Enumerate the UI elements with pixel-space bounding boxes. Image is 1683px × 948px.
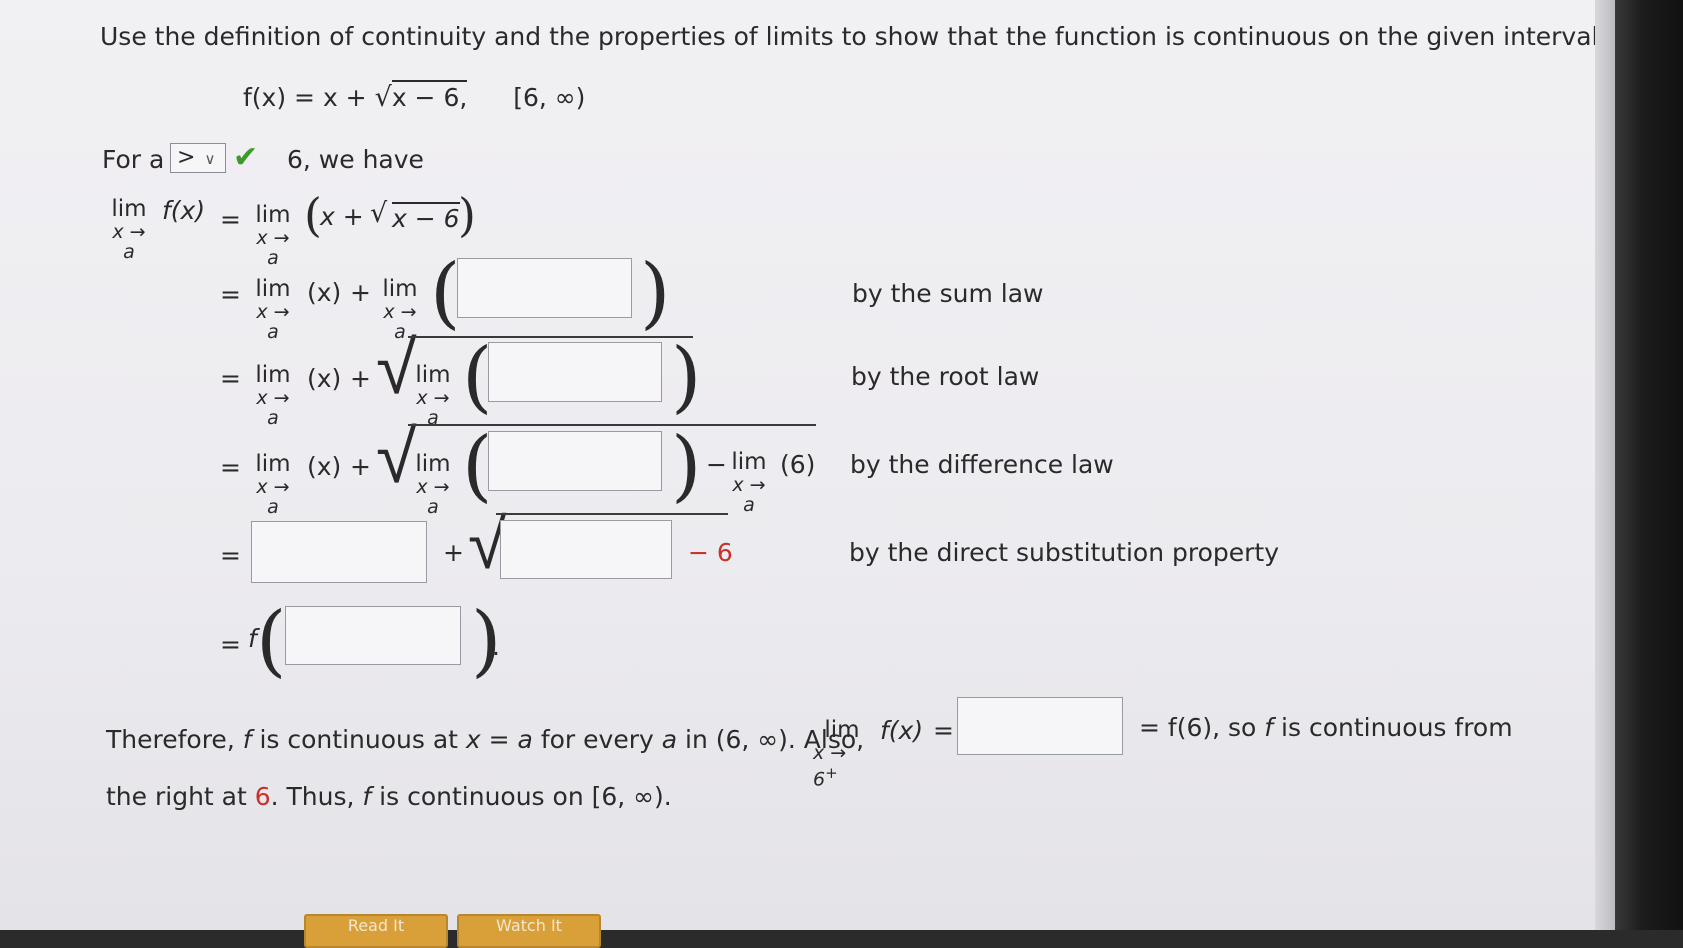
row4-lim-1: lim x → a <box>255 451 291 518</box>
row4-x-paren: (x) <box>307 452 342 481</box>
select-value: > <box>177 145 196 170</box>
question-panel: Use the definition of continuity and the… <box>0 0 1615 948</box>
row3-plus: + <box>350 364 371 393</box>
row1-equals: = <box>220 205 241 234</box>
root-law-label: by the root law <box>851 362 1040 391</box>
row4-lim-3: lim x → a <box>731 449 767 516</box>
conclusion-equals: = <box>933 716 954 745</box>
row2-plus: + <box>350 278 371 307</box>
comparison-select[interactable]: > ∨ <box>170 143 226 173</box>
row3-answer-box[interactable] <box>488 342 662 402</box>
row6-period: . <box>492 632 500 661</box>
conclusion-line-1: Therefore, f is continuous at x = a for … <box>106 725 865 754</box>
row1-expr-radicand: x − 6 <box>392 202 460 233</box>
row5-minus-six: − 6 <box>688 538 733 567</box>
sum-law-label: by the sum law <box>852 279 1044 308</box>
difference-law-label: by the difference law <box>850 450 1114 479</box>
function-definition: f(x) = x + √x − 6, [6, ∞) <box>243 80 586 113</box>
row3-x-paren: (x) <box>307 364 342 393</box>
conclusion-answer-box[interactable] <box>957 697 1123 755</box>
conclusion-lim: lim x → 6+ <box>813 717 860 791</box>
row2-x-paren: (x) <box>307 278 342 307</box>
conclusion-fx: f(x) <box>880 716 924 745</box>
row6-answer-box[interactable] <box>285 606 461 665</box>
conclusion-after-box: = f(6), so f is continuous from <box>1139 713 1513 742</box>
row4-six-paren: (6) <box>780 450 816 479</box>
row3-sqrt-bar <box>408 336 693 338</box>
direct-substitution-label: by the direct substitution property <box>849 538 1280 567</box>
row1-lim-left: lim x → a <box>111 196 147 263</box>
row5-plus: + <box>443 538 464 567</box>
monitor-bezel <box>1615 0 1683 930</box>
instruction-text: Use the definition of continuity and the… <box>100 22 1607 51</box>
row6-open-paren: ( <box>256 596 287 686</box>
row5-equals: = <box>220 541 241 570</box>
row4-plus: + <box>350 452 371 481</box>
row2-equals: = <box>220 280 241 309</box>
row3-close-paren: ) <box>671 332 702 422</box>
step-intro-prefix: For a <box>102 145 165 174</box>
row1-close-paren: ) <box>458 188 476 242</box>
row6-equals: = <box>220 630 241 659</box>
row4-lim-2: lim x → a <box>415 451 451 518</box>
row5-answer-box-1[interactable] <box>251 521 427 583</box>
row1-lim-right: lim x → a <box>255 202 291 269</box>
function-radicand: x − 6, <box>391 80 468 112</box>
row4-answer-box[interactable] <box>488 431 662 491</box>
read-it-button[interactable]: Read It <box>304 914 448 948</box>
row4-equals: = <box>220 453 241 482</box>
chevron-down-icon: ∨ <box>204 150 216 168</box>
row2-close-paren: ) <box>640 248 671 338</box>
interval-label: [6, ∞) <box>513 83 586 112</box>
row2-lim-1: lim x → a <box>255 276 291 343</box>
row1-fx: f(x) <box>162 196 206 225</box>
function-lhs: f(x) = x + <box>243 83 375 112</box>
row2-open-paren: ( <box>430 248 461 338</box>
row5-answer-box-2[interactable] <box>500 520 672 579</box>
row1-sqrt-sign: √ <box>370 198 388 229</box>
screen-edge <box>1595 0 1615 930</box>
row2-answer-box[interactable] <box>457 258 632 318</box>
row3-lim-1: lim x → a <box>255 362 291 429</box>
row4-close-paren: ) <box>671 421 702 511</box>
conclusion-line-2: the right at 6. Thus, f is continuous on… <box>106 782 672 811</box>
watch-it-button[interactable]: Watch It <box>457 914 601 948</box>
row3-equals: = <box>220 364 241 393</box>
check-icon: ✔ <box>233 140 259 175</box>
step-intro-suffix: 6, we have <box>287 145 424 174</box>
row1-expr-x: x + <box>320 202 364 231</box>
row5-sqrt-bar <box>496 513 728 515</box>
sqrt-sign: √ <box>374 82 392 113</box>
